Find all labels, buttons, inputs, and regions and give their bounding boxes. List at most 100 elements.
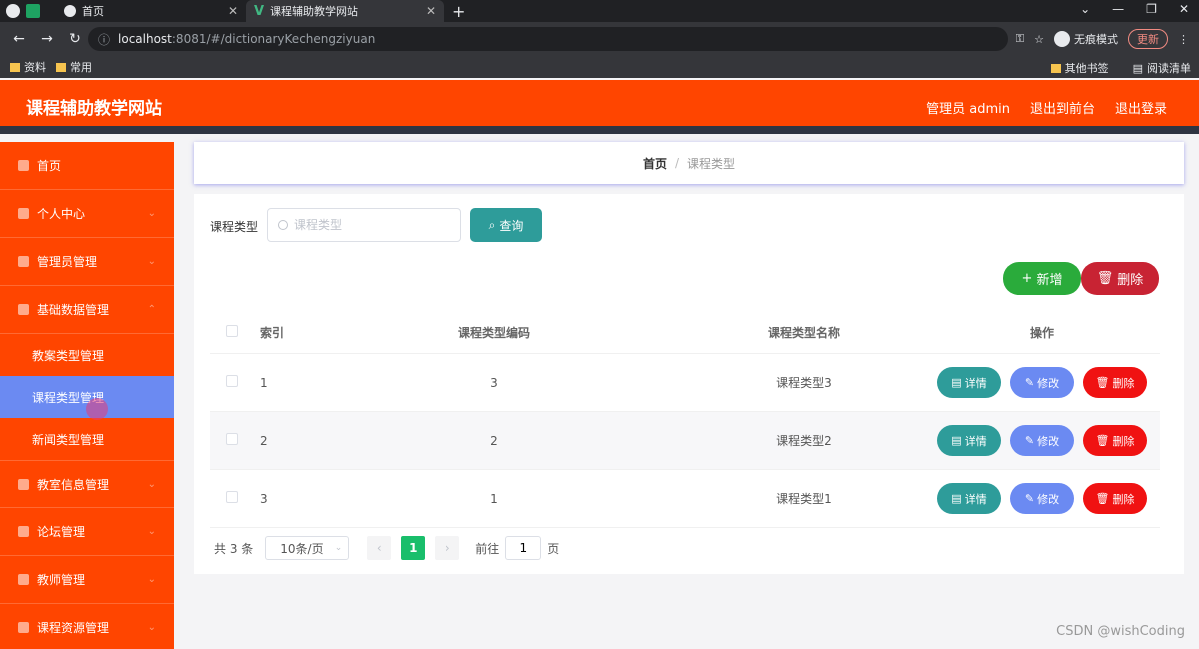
close-icon[interactable]: ✕ [426,4,436,18]
row-checkbox[interactable] [226,375,238,387]
search-field[interactable] [267,208,461,242]
add-button[interactable]: + 新增 [1003,262,1081,295]
sidebar-item-admin[interactable]: 管理员管理 ⌄ [0,238,174,286]
document-icon: ▤ [951,492,962,505]
query-button[interactable]: ⌕ 查询 [470,208,542,242]
sidebar-subitem-lesson-type[interactable]: 教案类型管理 [0,334,174,376]
delete-label: 删除 [1112,434,1135,448]
logout-link[interactable]: 退出登录 [1115,98,1167,117]
url-input[interactable]: ⓘ localhost :8081/#/dictionaryKechengziy… [88,27,1008,51]
header-index: 索引 [260,326,285,340]
restore-icon[interactable]: ❐ [1146,2,1157,16]
delete-button[interactable]: 🗑 删除 [1083,483,1147,514]
url-path: :8081/#/dictionaryKechengziyuan [171,32,376,46]
sidebar-item-classroom[interactable]: 教室信息管理 ⌄ [0,460,174,508]
detail-label: 详情 [964,434,987,448]
sidebar-item-label: 论坛管理 [37,525,86,539]
total-count: 共 3 条 [214,541,254,556]
document-icon: ▤ [951,434,962,447]
chrome-icon[interactable] [6,4,20,18]
page-size-select[interactable]: 10条/页 ⌄ [265,536,350,560]
edit-button[interactable]: ✎ 修改 [1010,483,1074,514]
close-icon[interactable]: ✕ [228,4,238,18]
goto-suffix: 页 [547,541,560,556]
goto-prefix: 前往 [475,541,500,556]
sidebar-item-home[interactable]: 首页 [0,142,174,190]
bookmark-label: 阅读清单 [1147,62,1191,75]
prev-page-button[interactable]: ‹ [367,536,392,560]
new-tab-icon[interactable]: + [452,2,465,21]
chevron-down-icon[interactable]: ⌄ [1080,2,1090,16]
sidebar-item-profile[interactable]: 个人中心 ⌄ [0,190,174,238]
row-check-cell [210,433,254,448]
reload-icon[interactable]: ↻ [66,31,84,47]
watermark: CSDN @wishCoding [1056,624,1185,639]
delete-button[interactable]: 🗑 删除 [1083,367,1147,398]
sidebar-item-forum[interactable]: 论坛管理 ⌄ [0,508,174,556]
select-all-checkbox[interactable] [226,325,238,337]
sidebar: 首页 个人中心 ⌄ 管理员管理 ⌄ 基础数据管理 ⌃ 教案类型管理 课程类型管理… [0,142,174,649]
browser-tab-home[interactable]: 首页 ✕ [56,0,246,22]
sidebar-item-teacher[interactable]: 教师管理 ⌄ [0,556,174,604]
row-checkbox[interactable] [226,491,238,503]
update-button[interactable]: 更新 [1128,29,1168,49]
next-page-button[interactable]: › [435,536,460,560]
row-checkbox[interactable] [226,433,238,445]
app-icon[interactable] [26,4,40,18]
site-title: 课程辅助教学网站 [26,99,162,119]
bookmarks-bar: 资料 常用 其他书签 ▤ 阅读清单 [0,56,1199,78]
trash-icon: 🗑 [1095,376,1110,389]
breadcrumb-home[interactable]: 首页 [643,155,667,172]
bookmark-folder[interactable]: 资料 [10,59,46,75]
chevron-down-icon: ⌄ [334,543,343,553]
goto-page-input[interactable] [505,536,542,560]
edit-button[interactable]: ✎ 修改 [1010,367,1074,398]
delete-button[interactable]: 🗑 删除 [1083,425,1147,456]
edit-label: 修改 [1037,492,1060,506]
detail-button[interactable]: ▤ 详情 [937,367,1001,398]
sidebar-item-label: 管理员管理 [37,255,98,269]
content-card: 课程类型 ⌕ 查询 + 新增 🗑 删除 索引 课程类型编码 课程类型名称 操作 … [194,194,1184,574]
user-label: 管理员 admin [926,102,1010,117]
header-ops: 操作 [1029,326,1054,340]
table-row: 2 2 课程类型2 ▤ 详情 ✎ 修改 🗑 删除 [210,412,1160,470]
browser-tab-active[interactable]: V 课程辅助教学网站 ✕ [246,0,444,22]
more-icon[interactable]: ⋮ [1178,33,1189,46]
app-header: 课程辅助教学网站 管理员 admin 退出到前台 退出登录 [0,80,1199,134]
back-icon[interactable]: ← [10,31,28,47]
back-to-front-link[interactable]: 退出到前台 [1030,98,1095,117]
query-button-label: 查询 [499,218,524,233]
info-icon[interactable]: ⓘ [98,31,110,48]
other-bookmarks[interactable]: 其他书签 [1050,60,1109,76]
reading-list[interactable]: ▤ 阅读清单 [1133,60,1191,76]
bookmark-folder[interactable]: 常用 [56,59,92,75]
detail-button[interactable]: ▤ 详情 [937,483,1001,514]
key-icon[interactable]: ⚿ [1016,32,1024,46]
star-icon[interactable]: ☆ [1034,33,1044,46]
delete-label: 删除 [1112,492,1135,506]
pencil-icon: ✎ [1024,376,1035,389]
cell-ops: ▤ 详情 ✎ 修改 🗑 删除 [924,367,1160,398]
minimize-icon[interactable]: — [1112,2,1124,16]
forward-icon[interactable]: → [38,31,56,47]
page-number[interactable]: 1 [401,536,426,560]
sidebar-item-basic-data[interactable]: 基础数据管理 ⌃ [0,286,174,334]
incognito-indicator[interactable]: 无痕模式 [1054,31,1118,47]
sidebar-subitem-news-type[interactable]: 新闻类型管理 [0,418,174,460]
search-icon [278,220,288,230]
document-icon: ▤ [951,376,962,389]
table-row: 3 1 课程类型1 ▤ 详情 ✎ 修改 🗑 删除 [210,470,1160,528]
sidebar-item-course-resource[interactable]: 课程资源管理 ⌄ [0,604,174,649]
edit-label: 修改 [1037,376,1060,390]
search-input[interactable] [294,218,454,232]
cell-index: 2 [260,433,268,448]
edit-button[interactable]: ✎ 修改 [1010,425,1074,456]
grid-icon [18,256,29,267]
close-window-icon[interactable]: ✕ [1179,2,1189,16]
cell-name: 课程类型3 [776,376,832,390]
batch-delete-button[interactable]: 🗑 删除 [1081,262,1159,295]
chevron-down-icon: ⌄ [147,208,156,219]
sidebar-item-label: 首页 [37,159,62,173]
search-label: 课程类型 [210,220,259,234]
detail-button[interactable]: ▤ 详情 [937,425,1001,456]
